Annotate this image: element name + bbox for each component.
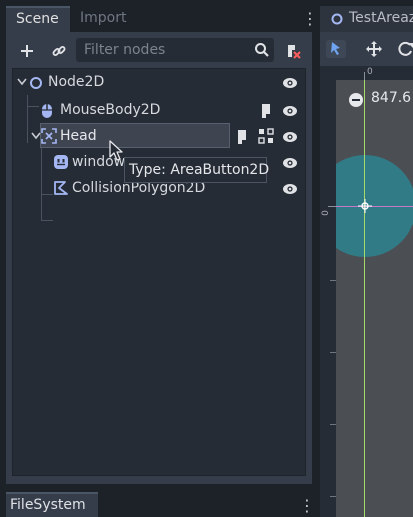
ruler-left: 0 (320, 80, 336, 517)
y-axis-line (364, 80, 365, 517)
mouse-icon (42, 104, 52, 118)
zoom-level-value[interactable]: 847.6 (371, 90, 411, 106)
script-icon[interactable] (259, 103, 273, 119)
viewport-toolbar (320, 32, 413, 66)
mouse-cursor-icon (109, 140, 123, 161)
sprite-face-icon (54, 155, 68, 169)
script-remove-icon (288, 45, 301, 59)
visibility-eye-icon[interactable] (282, 156, 298, 170)
add-node-button[interactable] (16, 40, 38, 62)
ruler-top: 0 (320, 66, 413, 80)
arrow-pointer-icon (331, 42, 340, 55)
visibility-eye-icon[interactable] (282, 182, 298, 196)
search-icon (255, 43, 269, 57)
tree-item-node2d[interactable]: Node2D (13, 69, 305, 95)
filter-nodes-field[interactable] (76, 38, 274, 62)
move-arrows-icon (366, 41, 382, 57)
tab-scene[interactable]: Scene (6, 6, 70, 32)
plus-icon (21, 45, 33, 57)
chain-link-icon (52, 46, 66, 56)
filter-nodes-input[interactable] (76, 38, 252, 62)
scene-tabbar: TestAreaz (320, 6, 413, 32)
zoom-out-button[interactable] (348, 92, 364, 108)
scene-toolbar (6, 32, 312, 68)
rotate-icon (398, 41, 413, 56)
tree-item-label: Head (60, 128, 97, 144)
scene-dock-menu-icon[interactable]: ⋮ (302, 10, 318, 28)
scene-tab-label: TestAreaz (349, 10, 413, 26)
chevron-down-icon[interactable] (17, 78, 27, 86)
tree-item-label: Node2D (48, 74, 105, 90)
instance-child-button[interactable] (48, 40, 70, 62)
x-axis-line (336, 206, 413, 207)
area-button-icon (41, 128, 57, 144)
ruler-label: 0 (367, 67, 373, 77)
chevron-down-icon[interactable] (31, 132, 41, 140)
rotate-mode-button[interactable] (396, 40, 413, 58)
visibility-eye-icon[interactable] (282, 104, 298, 118)
move-mode-button[interactable] (364, 40, 384, 58)
tree-item-head[interactable]: Head (13, 123, 305, 149)
tree-item-mousebody2d[interactable]: MouseBody2D (13, 97, 305, 123)
script-extend-button[interactable] (282, 40, 304, 62)
visibility-eye-icon[interactable] (282, 76, 298, 90)
group-selectable-icon[interactable] (258, 128, 274, 144)
node-type-tooltip: Type: AreaButton2D (124, 157, 269, 183)
select-mode-button[interactable] (326, 40, 346, 58)
node2d-circle-icon (331, 13, 343, 25)
collision-polygon-icon (54, 181, 68, 195)
node2d-circle-icon (30, 77, 42, 89)
ruler-label: 0 (320, 210, 331, 216)
visibility-eye-icon[interactable] (282, 130, 298, 144)
tree-guide (41, 220, 53, 221)
scene-dock-tabbar: Scene Import ⋮ (6, 6, 318, 32)
viewport-canvas[interactable]: 0 0 847.6 (320, 66, 413, 517)
tab-import[interactable]: Import (70, 6, 142, 32)
tab-filesystem[interactable]: FileSystem (6, 492, 98, 517)
script-icon[interactable] (235, 129, 249, 145)
tree-item-label: MouseBody2D (60, 102, 161, 118)
origin-crosshair-icon (358, 199, 372, 213)
filesystem-dock-menu-icon[interactable]: ⋮ (299, 497, 315, 515)
